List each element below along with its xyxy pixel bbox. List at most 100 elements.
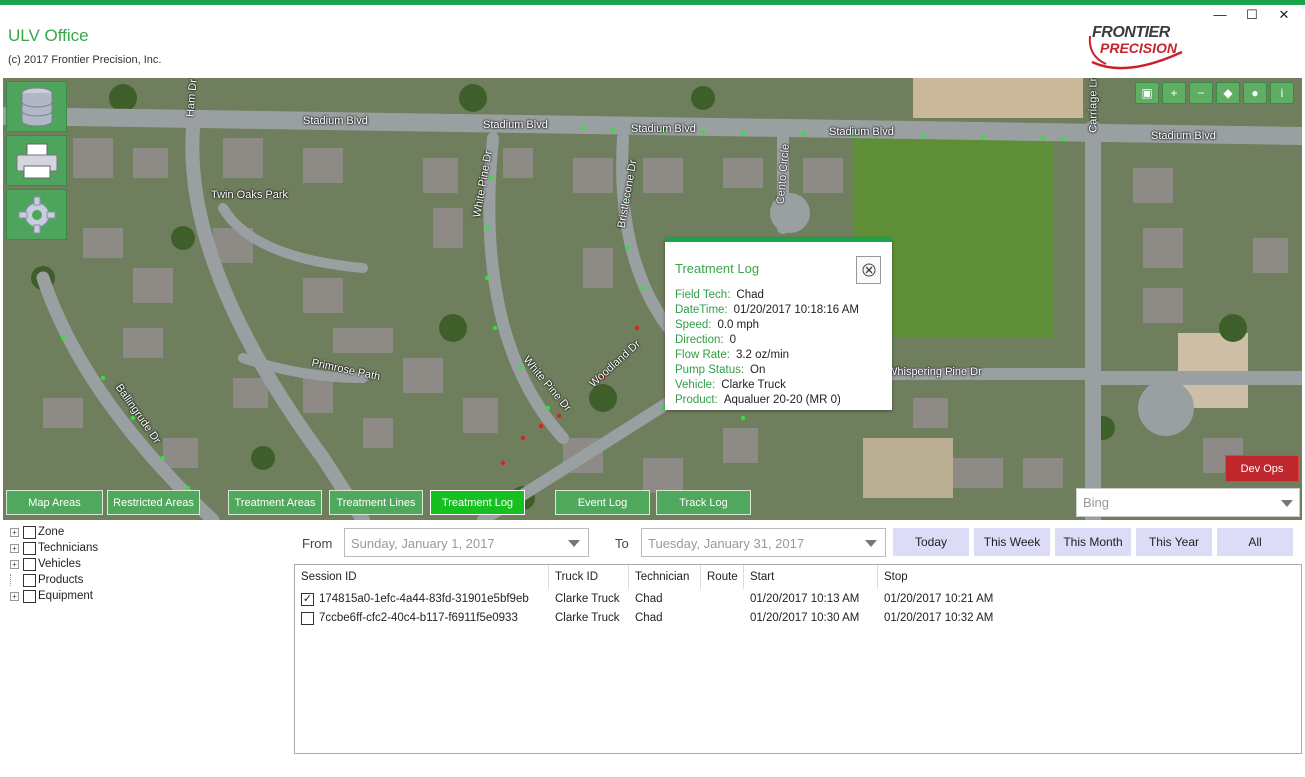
expand-icon[interactable]: + [10, 527, 19, 537]
tag-button[interactable]: ◆ [1216, 82, 1240, 104]
database-icon [21, 87, 52, 126]
table-row[interactable]: ✓ 174815a0-1efc-4a44-83fd-31901e5bf9eb C… [295, 590, 1301, 609]
table-header: Session ID Truck ID Technician Route Sta… [295, 565, 1301, 589]
column-header-start[interactable]: Start [744, 565, 878, 589]
field-value: Chad [736, 289, 764, 301]
checkbox[interactable] [23, 525, 36, 539]
layers-button[interactable]: ▣ [1135, 82, 1159, 104]
expand-icon[interactable]: + [10, 559, 19, 569]
field-label: Field Tech: [675, 289, 731, 301]
window-accent-bar [0, 0, 1305, 5]
tab-treatment-lines[interactable]: Treatment Lines [329, 490, 423, 515]
cell-start: 01/20/2017 10:13 AM [750, 593, 860, 605]
database-button[interactable] [6, 81, 67, 132]
cell-truck-id: Clarke Truck [555, 612, 620, 624]
tree-item-vehicles[interactable]: + Vehicles [10, 556, 98, 572]
tree-item-equipment[interactable]: + Equipment [10, 588, 98, 604]
popup-title: Treatment Log [675, 261, 760, 276]
checkbox[interactable] [23, 541, 36, 555]
zoom-in-icon: + [1170, 86, 1178, 100]
popup-row-flow-rate: Flow Rate: 3.2 oz/min [675, 349, 859, 364]
today-button[interactable]: Today [893, 528, 969, 556]
column-header-session-id[interactable]: Session ID [295, 565, 549, 589]
filter-tree: + Zone + Technicians + Vehicles Products + E… [10, 524, 98, 604]
tab-restricted-areas[interactable]: Restricted Areas [107, 490, 200, 515]
chevron-down-icon [1281, 500, 1293, 507]
tree-line [10, 574, 19, 586]
copyright-text: (c) 2017 Frontier Precision, Inc. [8, 54, 162, 66]
popup-row-field-tech: Field Tech: Chad [675, 289, 859, 304]
map-provider-select[interactable]: Bing [1076, 488, 1300, 517]
dev-ops-button[interactable]: Dev Ops [1225, 455, 1299, 482]
field-value: 0.0 mph [717, 319, 760, 331]
tab-event-log[interactable]: Event Log [555, 490, 650, 515]
window-controls: — ☐ ✕ [1213, 8, 1291, 22]
globe-icon: ● [1251, 86, 1259, 100]
checkbox[interactable] [23, 589, 36, 603]
chevron-down-icon [568, 540, 580, 547]
globe-button[interactable]: ● [1243, 82, 1267, 104]
gear-icon [18, 196, 55, 233]
tree-item-label: Technicians [38, 542, 99, 554]
tab-treatment-log[interactable]: Treatment Log [430, 490, 525, 515]
to-date-picker[interactable]: Tuesday, January 31, 2017 [641, 528, 886, 557]
treatment-log-popup: Treatment Log Field Tech: Chad DateTime: 0… [665, 238, 892, 410]
tree-item-technicians[interactable]: + Technicians [10, 540, 98, 556]
field-label: Product: [675, 394, 718, 406]
expand-icon[interactable]: + [10, 591, 19, 601]
frontier-precision-logo: FRONTIER PRECISION [1086, 22, 1190, 72]
checkbox[interactable] [23, 573, 36, 587]
maximize-button[interactable]: ☐ [1245, 8, 1259, 22]
minimize-button[interactable]: — [1213, 8, 1227, 22]
info-button[interactable]: i [1270, 82, 1294, 104]
map-toolbar: ▣ + − ◆ ● i [1135, 82, 1294, 104]
popup-row-vehicle: Vehicle: Clarke Truck [675, 379, 859, 394]
field-value: Aqualuer 20-20 (MR 0) [723, 394, 841, 406]
this-week-button[interactable]: This Week [974, 528, 1050, 556]
field-value: 01/20/2017 10:18:16 AM [733, 304, 859, 316]
row-checkbox[interactable] [301, 612, 314, 625]
tree-item-products[interactable]: Products [10, 572, 98, 588]
column-header-technician[interactable]: Technician [629, 565, 701, 589]
cell-stop: 01/20/2017 10:32 AM [884, 612, 994, 624]
tree-item-zone[interactable]: + Zone [10, 524, 98, 540]
row-checkbox[interactable]: ✓ [301, 593, 314, 606]
this-month-button[interactable]: This Month [1055, 528, 1131, 556]
column-header-truck-id[interactable]: Truck ID [549, 565, 629, 589]
tab-map-areas[interactable]: Map Areas [6, 490, 103, 515]
map-provider-value: Bing [1083, 495, 1110, 510]
zoom-out-button[interactable]: − [1189, 82, 1213, 104]
printer-icon [16, 143, 57, 178]
checkbox[interactable] [23, 557, 36, 571]
popup-row-pump-status: Pump Status: On [675, 364, 859, 379]
all-button[interactable]: All [1217, 528, 1293, 556]
close-button[interactable]: ✕ [1277, 8, 1291, 22]
cell-session-id: 7ccbe6ff-cfc2-40c4-b117-f6911f5e0933 [319, 612, 518, 624]
print-button[interactable] [6, 135, 67, 186]
column-header-stop[interactable]: Stop [878, 565, 1078, 589]
tab-track-log[interactable]: Track Log [656, 490, 751, 515]
expand-icon[interactable]: + [10, 543, 19, 553]
this-year-button[interactable]: This Year [1136, 528, 1212, 556]
cell-start: 01/20/2017 10:30 AM [750, 612, 860, 624]
cell-session-id: 174815a0-1efc-4a44-83fd-31901e5bf9eb [319, 593, 529, 605]
zoom-in-button[interactable]: + [1162, 82, 1186, 104]
info-icon: i [1280, 86, 1284, 100]
cell-truck-id: Clarke Truck [555, 593, 620, 605]
popup-close-button[interactable] [856, 256, 881, 284]
to-label: To [615, 536, 629, 551]
from-date-picker[interactable]: Sunday, January 1, 2017 [344, 528, 589, 557]
tab-treatment-areas[interactable]: Treatment Areas [228, 490, 322, 515]
settings-button[interactable] [6, 189, 67, 240]
logo-text-precision: PRECISION [1100, 40, 1178, 56]
field-label: Pump Status: [675, 364, 745, 376]
street-label: Carriage Ln [1087, 78, 1100, 133]
map-view[interactable]: Stadium Blvd Stadium Blvd Stadium Blvd S… [3, 78, 1302, 520]
aerial-imagery [3, 78, 1302, 520]
street-label: Whispering Pine Dr [887, 366, 982, 378]
cell-technician: Chad [635, 593, 663, 605]
popup-row-product: Product: Aqualuer 20-20 (MR 0) [675, 394, 859, 409]
column-header-route[interactable]: Route [701, 565, 744, 589]
table-row[interactable]: 7ccbe6ff-cfc2-40c4-b117-f6911f5e0933 Cla… [295, 609, 1301, 628]
popup-row-direction: Direction: 0 [675, 334, 859, 349]
